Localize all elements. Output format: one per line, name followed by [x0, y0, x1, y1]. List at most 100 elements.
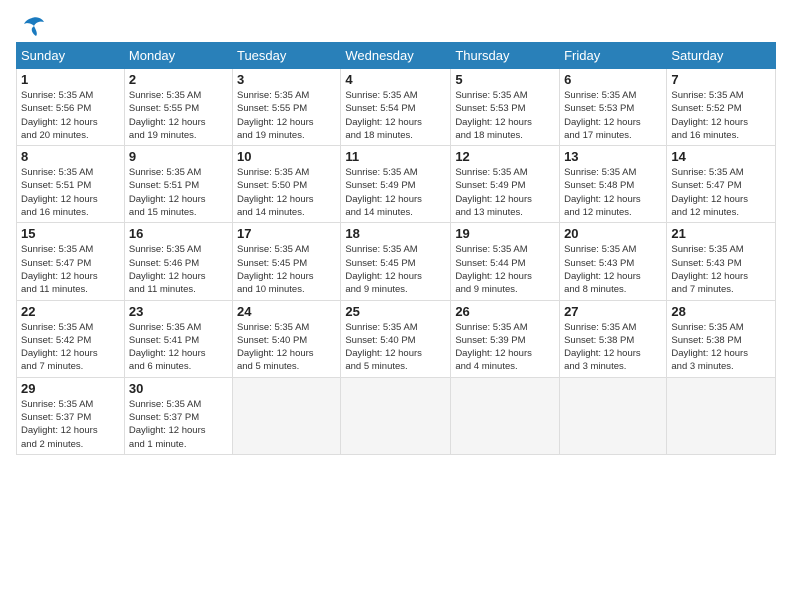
day-number: 15: [21, 226, 120, 241]
day-number: 4: [345, 72, 446, 87]
day-info: Sunrise: 5:35 AM Sunset: 5:44 PM Dayligh…: [455, 243, 555, 296]
day-cell: 16 Sunrise: 5:35 AM Sunset: 5:46 PM Dayli…: [124, 223, 232, 300]
logo: [16, 16, 46, 34]
day-cell: [560, 377, 667, 454]
day-info: Sunrise: 5:35 AM Sunset: 5:37 PM Dayligh…: [21, 398, 120, 451]
day-info: Sunrise: 5:35 AM Sunset: 5:45 PM Dayligh…: [237, 243, 336, 296]
day-info: Sunrise: 5:35 AM Sunset: 5:43 PM Dayligh…: [564, 243, 662, 296]
day-cell: 26 Sunrise: 5:35 AM Sunset: 5:39 PM Dayli…: [451, 300, 560, 377]
day-number: 8: [21, 149, 120, 164]
day-cell: 3 Sunrise: 5:35 AM Sunset: 5:55 PM Daylig…: [232, 69, 340, 146]
day-cell: 23 Sunrise: 5:35 AM Sunset: 5:41 PM Dayli…: [124, 300, 232, 377]
day-cell: 1 Sunrise: 5:35 AM Sunset: 5:56 PM Daylig…: [17, 69, 125, 146]
calendar-table: SundayMondayTuesdayWednesdayThursdayFrid…: [16, 42, 776, 455]
day-number: 20: [564, 226, 662, 241]
day-cell: 27 Sunrise: 5:35 AM Sunset: 5:38 PM Dayli…: [560, 300, 667, 377]
day-number: 25: [345, 304, 446, 319]
logo-bird-icon: [18, 16, 46, 38]
day-number: 18: [345, 226, 446, 241]
day-info: Sunrise: 5:35 AM Sunset: 5:39 PM Dayligh…: [455, 321, 555, 374]
day-number: 23: [129, 304, 228, 319]
day-cell: 30 Sunrise: 5:35 AM Sunset: 5:37 PM Dayli…: [124, 377, 232, 454]
day-info: Sunrise: 5:35 AM Sunset: 5:56 PM Dayligh…: [21, 89, 120, 142]
header-sunday: Sunday: [17, 43, 125, 69]
day-cell: 8 Sunrise: 5:35 AM Sunset: 5:51 PM Daylig…: [17, 146, 125, 223]
day-cell: 17 Sunrise: 5:35 AM Sunset: 5:45 PM Dayli…: [232, 223, 340, 300]
day-number: 9: [129, 149, 228, 164]
day-info: Sunrise: 5:35 AM Sunset: 5:52 PM Dayligh…: [671, 89, 771, 142]
day-info: Sunrise: 5:35 AM Sunset: 5:55 PM Dayligh…: [129, 89, 228, 142]
day-info: Sunrise: 5:35 AM Sunset: 5:40 PM Dayligh…: [345, 321, 446, 374]
header-thursday: Thursday: [451, 43, 560, 69]
day-info: Sunrise: 5:35 AM Sunset: 5:38 PM Dayligh…: [671, 321, 771, 374]
day-number: 5: [455, 72, 555, 87]
day-cell: 15 Sunrise: 5:35 AM Sunset: 5:47 PM Dayli…: [17, 223, 125, 300]
day-cell: 2 Sunrise: 5:35 AM Sunset: 5:55 PM Daylig…: [124, 69, 232, 146]
day-info: Sunrise: 5:35 AM Sunset: 5:49 PM Dayligh…: [455, 166, 555, 219]
day-cell: 9 Sunrise: 5:35 AM Sunset: 5:51 PM Daylig…: [124, 146, 232, 223]
header-tuesday: Tuesday: [232, 43, 340, 69]
week-row-2: 8 Sunrise: 5:35 AM Sunset: 5:51 PM Daylig…: [17, 146, 776, 223]
day-cell: 18 Sunrise: 5:35 AM Sunset: 5:45 PM Dayli…: [341, 223, 451, 300]
day-number: 22: [21, 304, 120, 319]
day-info: Sunrise: 5:35 AM Sunset: 5:53 PM Dayligh…: [455, 89, 555, 142]
day-info: Sunrise: 5:35 AM Sunset: 5:54 PM Dayligh…: [345, 89, 446, 142]
week-row-5: 29 Sunrise: 5:35 AM Sunset: 5:37 PM Dayli…: [17, 377, 776, 454]
day-info: Sunrise: 5:35 AM Sunset: 5:51 PM Dayligh…: [21, 166, 120, 219]
day-cell: [341, 377, 451, 454]
day-info: Sunrise: 5:35 AM Sunset: 5:41 PM Dayligh…: [129, 321, 228, 374]
header-saturday: Saturday: [667, 43, 776, 69]
day-info: Sunrise: 5:35 AM Sunset: 5:53 PM Dayligh…: [564, 89, 662, 142]
day-cell: 13Sunrise: 5:35 AM Sunset: 5:48 PM Dayli…: [560, 146, 667, 223]
day-info: Sunrise: 5:35 AM Sunset: 5:51 PM Dayligh…: [129, 166, 228, 219]
day-cell: 24Sunrise: 5:35 AM Sunset: 5:40 PM Dayli…: [232, 300, 340, 377]
day-cell: 28 Sunrise: 5:35 AM Sunset: 5:38 PM Dayli…: [667, 300, 776, 377]
day-cell: 21 Sunrise: 5:35 AM Sunset: 5:43 PM Dayli…: [667, 223, 776, 300]
day-number: 16: [129, 226, 228, 241]
day-info: Sunrise: 5:35 AM Sunset: 5:37 PM Dayligh…: [129, 398, 228, 451]
day-info: Sunrise: 5:35 AM Sunset: 5:38 PM Dayligh…: [564, 321, 662, 374]
day-number: 26: [455, 304, 555, 319]
header-friday: Friday: [560, 43, 667, 69]
day-cell: 7Sunrise: 5:35 AM Sunset: 5:52 PM Daylig…: [667, 69, 776, 146]
day-cell: 20 Sunrise: 5:35 AM Sunset: 5:43 PM Dayli…: [560, 223, 667, 300]
week-row-3: 15 Sunrise: 5:35 AM Sunset: 5:47 PM Dayli…: [17, 223, 776, 300]
day-number: 13: [564, 149, 662, 164]
day-cell: 19 Sunrise: 5:35 AM Sunset: 5:44 PM Dayli…: [451, 223, 560, 300]
header-monday: Monday: [124, 43, 232, 69]
day-number: 1: [21, 72, 120, 87]
day-number: 29: [21, 381, 120, 396]
day-number: 21: [671, 226, 771, 241]
header-wednesday: Wednesday: [341, 43, 451, 69]
day-number: 2: [129, 72, 228, 87]
day-number: 3: [237, 72, 336, 87]
day-number: 28: [671, 304, 771, 319]
day-cell: 10Sunrise: 5:35 AM Sunset: 5:50 PM Dayli…: [232, 146, 340, 223]
day-cell: 25 Sunrise: 5:35 AM Sunset: 5:40 PM Dayli…: [341, 300, 451, 377]
week-row-4: 22 Sunrise: 5:35 AM Sunset: 5:42 PM Dayli…: [17, 300, 776, 377]
day-cell: [451, 377, 560, 454]
day-info: Sunrise: 5:35 AM Sunset: 5:55 PM Dayligh…: [237, 89, 336, 142]
week-row-1: 1 Sunrise: 5:35 AM Sunset: 5:56 PM Daylig…: [17, 69, 776, 146]
day-number: 19: [455, 226, 555, 241]
day-cell: 22 Sunrise: 5:35 AM Sunset: 5:42 PM Dayli…: [17, 300, 125, 377]
day-number: 17: [237, 226, 336, 241]
day-number: 27: [564, 304, 662, 319]
day-number: 12: [455, 149, 555, 164]
day-number: 10: [237, 149, 336, 164]
day-cell: 5 Sunrise: 5:35 AM Sunset: 5:53 PM Daylig…: [451, 69, 560, 146]
day-number: 30: [129, 381, 228, 396]
calendar-header-row: SundayMondayTuesdayWednesdayThursdayFrid…: [17, 43, 776, 69]
day-cell: 11Sunrise: 5:35 AM Sunset: 5:49 PM Dayli…: [341, 146, 451, 223]
day-info: Sunrise: 5:35 AM Sunset: 5:46 PM Dayligh…: [129, 243, 228, 296]
day-cell: [667, 377, 776, 454]
day-number: 11: [345, 149, 446, 164]
day-info: Sunrise: 5:35 AM Sunset: 5:43 PM Dayligh…: [671, 243, 771, 296]
day-info: Sunrise: 5:35 AM Sunset: 5:47 PM Dayligh…: [671, 166, 771, 219]
day-info: Sunrise: 5:35 AM Sunset: 5:45 PM Dayligh…: [345, 243, 446, 296]
day-info: Sunrise: 5:35 AM Sunset: 5:47 PM Dayligh…: [21, 243, 120, 296]
day-cell: 14Sunrise: 5:35 AM Sunset: 5:47 PM Dayli…: [667, 146, 776, 223]
day-cell: [232, 377, 340, 454]
day-info: Sunrise: 5:35 AM Sunset: 5:42 PM Dayligh…: [21, 321, 120, 374]
day-cell: 4 Sunrise: 5:35 AM Sunset: 5:54 PM Daylig…: [341, 69, 451, 146]
